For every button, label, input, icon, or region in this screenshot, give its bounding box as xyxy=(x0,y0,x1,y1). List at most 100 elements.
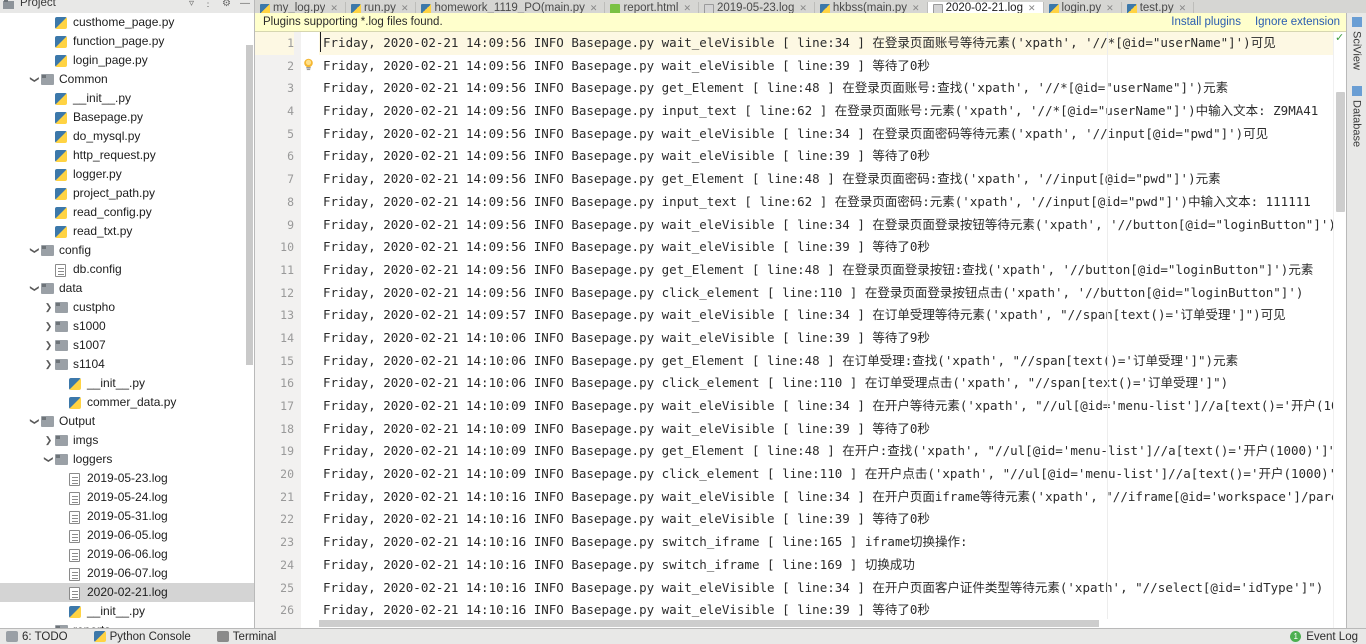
tree-item[interactable]: ❯ s1104 xyxy=(0,355,254,374)
log-line[interactable]: Friday, 2020-02-21 14:10:09 INFO Basepag… xyxy=(319,418,1346,441)
close-icon[interactable]: ✕ xyxy=(590,2,598,13)
tree-item[interactable]: · 2019-06-07.log xyxy=(0,564,254,583)
tree-item[interactable]: · function_page.py xyxy=(0,32,254,51)
tree-item[interactable]: ❯ s1007 xyxy=(0,336,254,355)
tree-item[interactable]: · __init__.py xyxy=(0,374,254,393)
code-area[interactable]: 1 2 3 4 5 6 7 8 9 10 11 12 13 14 15 16 17 18 19 20 21 22 23 24 2… xyxy=(255,32,1346,628)
right-tool-tab[interactable]: Database xyxy=(1351,85,1363,147)
log-line[interactable]: Friday, 2020-02-21 14:09:56 INFO Basepag… xyxy=(319,77,1346,100)
tree-item[interactable]: · login_page.py xyxy=(0,51,254,70)
expand-icon[interactable]: ⋮ xyxy=(203,0,213,10)
tree-item[interactable]: · db.config xyxy=(0,260,254,279)
log-line[interactable]: Friday, 2020-02-21 14:10:16 INFO Basepag… xyxy=(319,508,1346,531)
log-line[interactable]: Friday, 2020-02-21 14:09:56 INFO Basepag… xyxy=(319,168,1346,191)
project-tree-panel[interactable]: · custhome_page.py · function_page.py · login… xyxy=(0,13,255,628)
close-icon[interactable]: ✕ xyxy=(799,2,807,13)
event-log-label[interactable]: Event Log xyxy=(1306,631,1358,643)
tree-item[interactable]: ❯ data xyxy=(0,279,254,298)
editor-tab-bar[interactable]: my_log.py ✕ run.py ✕ homework_1119_PO(main.p… xyxy=(255,0,1366,13)
tree-item[interactable]: ❯ custpho xyxy=(0,298,254,317)
log-line[interactable]: Friday, 2020-02-21 14:10:09 INFO Basepag… xyxy=(319,440,1346,463)
log-line[interactable]: Friday, 2020-02-21 14:09:56 INFO Basepag… xyxy=(319,100,1346,123)
tree-item[interactable]: · __init__.py xyxy=(0,602,254,621)
log-line[interactable]: Friday, 2020-02-21 14:10:16 INFO Basepag… xyxy=(319,577,1346,600)
status-bar-item[interactable]: Terminal xyxy=(216,631,276,643)
tree-item[interactable]: · 2019-05-24.log xyxy=(0,488,254,507)
editor-tab[interactable]: homework_1119_PO(main.py ✕ xyxy=(416,2,606,13)
log-line[interactable]: Friday, 2020-02-21 14:10:16 INFO Basepag… xyxy=(319,486,1346,509)
event-log-area[interactable]: 1 Event Log xyxy=(1290,631,1366,643)
tree-item[interactable]: · commer_data.py xyxy=(0,393,254,412)
close-icon[interactable]: ✕ xyxy=(1028,2,1036,13)
settings-icon[interactable]: ⚙ xyxy=(222,0,231,10)
code-content[interactable]: Friday, 2020-02-21 14:09:56 INFO Basepag… xyxy=(319,32,1346,628)
right-tool-tab[interactable]: SciView xyxy=(1351,17,1363,70)
hide-icon[interactable]: ― xyxy=(240,0,250,10)
tree-item[interactable]: ❯ config xyxy=(0,241,254,260)
tree-item[interactable]: · project_path.py xyxy=(0,184,254,203)
log-line[interactable]: Friday, 2020-02-21 14:10:09 INFO Basepag… xyxy=(319,463,1346,486)
intention-bulb-icon[interactable] xyxy=(303,58,314,71)
log-line[interactable]: Friday, 2020-02-21 14:09:56 INFO Basepag… xyxy=(319,123,1346,146)
close-icon[interactable]: ✕ xyxy=(1179,2,1187,13)
project-tree-scrollbar[interactable] xyxy=(246,45,253,365)
tree-item[interactable]: ❯ loggers xyxy=(0,450,254,469)
status-bar-tools[interactable]: 6: TODO Python Console Terminal xyxy=(6,631,302,643)
log-line[interactable]: Friday, 2020-02-21 14:09:56 INFO Basepag… xyxy=(319,236,1346,259)
editor-tab[interactable]: my_log.py ✕ xyxy=(255,2,346,13)
right-tool-strip[interactable]: SciView Database xyxy=(1346,13,1366,628)
tree-item[interactable]: · 2019-06-05.log xyxy=(0,526,254,545)
log-line[interactable]: Friday, 2020-02-21 14:09:56 INFO Basepag… xyxy=(319,145,1346,168)
install-plugins-link[interactable]: Install plugins xyxy=(1171,16,1241,28)
log-line[interactable]: Friday, 2020-02-21 14:09:56 INFO Basepag… xyxy=(319,214,1346,237)
chevron-right-icon[interactable]: ❯ xyxy=(42,298,55,317)
tree-item[interactable]: ❯reports xyxy=(0,621,254,628)
tree-item[interactable]: · http_request.py xyxy=(0,146,254,165)
editor-tab[interactable]: 2020-02-21.log ✕ xyxy=(927,2,1044,13)
ignore-extension-link[interactable]: Ignore extension xyxy=(1255,16,1340,28)
editor-tab[interactable]: login.py ✕ xyxy=(1043,2,1122,13)
close-icon[interactable]: ✕ xyxy=(401,2,409,13)
log-line[interactable]: Friday, 2020-02-21 14:09:56 INFO Basepag… xyxy=(319,55,1346,78)
log-line[interactable]: Friday, 2020-02-21 14:09:56 INFO Basepag… xyxy=(319,282,1346,305)
tree-item[interactable]: · 2019-06-06.log xyxy=(0,545,254,564)
collapse-all-icon[interactable]: ▿ xyxy=(189,0,194,10)
log-line[interactable]: Friday, 2020-02-21 14:10:16 INFO Basepag… xyxy=(319,554,1346,577)
code-lines[interactable]: Friday, 2020-02-21 14:09:56 INFO Basepag… xyxy=(319,32,1346,622)
tree-item[interactable]: · read_txt.py xyxy=(0,222,254,241)
chevron-right-icon[interactable]: ❯ xyxy=(42,355,55,374)
log-line[interactable]: Friday, 2020-02-21 14:09:57 INFO Basepag… xyxy=(319,304,1346,327)
log-line[interactable]: Friday, 2020-02-21 14:09:56 INFO Basepag… xyxy=(319,32,1346,55)
tree-item[interactable]: ❯ Common xyxy=(0,70,254,89)
log-line[interactable]: Friday, 2020-02-21 14:10:06 INFO Basepag… xyxy=(319,327,1346,350)
tree-item[interactable]: ❯ s1000 xyxy=(0,317,254,336)
log-line[interactable]: Friday, 2020-02-21 14:10:16 INFO Basepag… xyxy=(319,531,1346,554)
close-icon[interactable]: ✕ xyxy=(1106,2,1114,13)
tree-item[interactable]: · logger.py xyxy=(0,165,254,184)
vertical-scroll-thumb[interactable] xyxy=(1336,92,1345,212)
chevron-right-icon[interactable]: ❯ xyxy=(42,431,55,450)
horizontal-scroll-thumb[interactable] xyxy=(319,620,1099,627)
tree-item[interactable]: · 2019-05-23.log xyxy=(0,469,254,488)
close-icon[interactable]: ✕ xyxy=(912,2,920,13)
editor-tab[interactable]: run.py ✕ xyxy=(345,2,417,13)
project-tree[interactable]: · custhome_page.py · function_page.py · login… xyxy=(0,13,254,628)
chevron-right-icon[interactable]: ❯ xyxy=(42,317,55,336)
editor-tab[interactable]: 2019-05-23.log ✕ xyxy=(698,2,815,13)
log-line[interactable]: Friday, 2020-02-21 14:10:06 INFO Basepag… xyxy=(319,372,1346,395)
tree-item[interactable]: · custhome_page.py xyxy=(0,13,254,32)
tree-item[interactable]: · read_config.py xyxy=(0,203,254,222)
status-bar-item[interactable]: 6: TODO xyxy=(6,631,68,643)
chevron-right-icon[interactable]: ❯ xyxy=(42,336,55,355)
tree-item[interactable]: · 2020-02-21.log xyxy=(0,583,254,602)
editor-tab[interactable]: test.py ✕ xyxy=(1121,2,1195,13)
gutter-icons-strip[interactable] xyxy=(301,32,319,628)
log-line[interactable]: Friday, 2020-02-21 14:09:56 INFO Basepag… xyxy=(319,191,1346,214)
status-bar-item[interactable]: Python Console xyxy=(93,631,191,643)
close-icon[interactable]: ✕ xyxy=(330,2,338,13)
close-icon[interactable]: ✕ xyxy=(683,2,691,13)
log-line[interactable]: Friday, 2020-02-21 14:10:06 INFO Basepag… xyxy=(319,350,1346,373)
tree-item[interactable]: · Basepage.py xyxy=(0,108,254,127)
tree-item[interactable]: · __init__.py xyxy=(0,89,254,108)
editor-tab[interactable]: hkbss(main.py ✕ xyxy=(814,2,928,13)
